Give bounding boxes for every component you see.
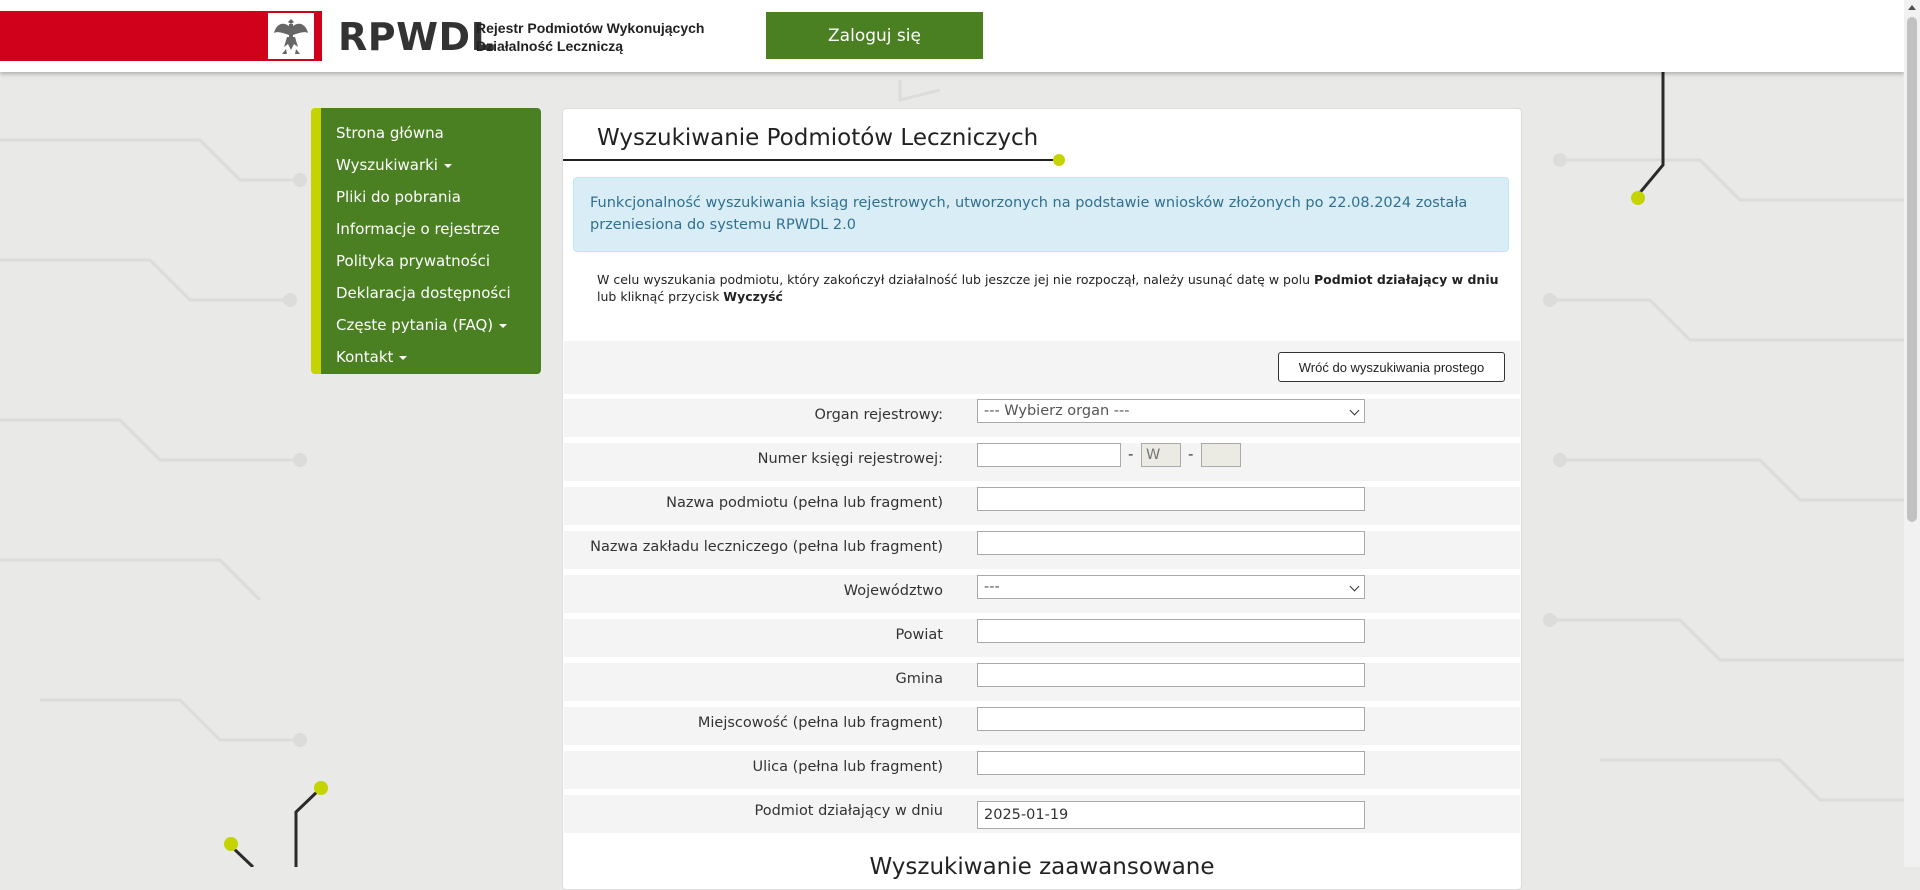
main-panel: Wyszukiwanie Podmiotów Leczniczych Funkc…: [562, 108, 1522, 890]
info-alert: Funkcjonalność wyszukiwania ksiąg rejest…: [573, 177, 1509, 252]
chevron-down-icon: [1349, 405, 1360, 416]
sidebar-item-home[interactable]: Strona główna: [321, 117, 541, 149]
page-title: Wyszukiwanie Podmiotów Leczniczych: [597, 125, 1039, 151]
polish-eagle-emblem-icon: [268, 13, 314, 59]
instructions-part3: kliknąć przycisk: [620, 289, 720, 304]
sidebar-item-downloads[interactable]: Pliki do pobrania: [321, 181, 541, 213]
caret-down-icon: [499, 323, 508, 328]
street-input[interactable]: [977, 751, 1365, 775]
sidebar-item-label: Pliki do pobrania: [336, 188, 461, 206]
sidebar-item-label: Kontakt: [336, 348, 394, 366]
sidebar-item-accessibility[interactable]: Deklaracja dostępności: [321, 277, 541, 309]
site-subtitle-line1: Rejestr Podmiotów Wykonujących: [476, 20, 705, 36]
voivodeship-label: Województwo: [843, 583, 943, 599]
sidebar-item-label: Częste pytania (FAQ): [336, 316, 494, 334]
entity-name-input[interactable]: [977, 487, 1365, 511]
municipality-label: Gmina: [895, 671, 943, 687]
dash-separator: -: [1128, 445, 1134, 463]
instructions-part2: lub: [597, 289, 617, 304]
site-subtitle: Rejestr Podmiotów Wykonujących Działalno…: [476, 19, 704, 55]
search-instructions: W celu wyszukania podmiotu, który zakońc…: [597, 271, 1509, 305]
caret-down-icon: [443, 163, 452, 168]
back-to-simple-search-button[interactable]: Wróć do wyszukiwania prostego: [1278, 352, 1505, 382]
login-button[interactable]: Zaloguj się: [766, 12, 983, 59]
alert-line2: przeniesiona do systemu RPWDL 2.0: [590, 217, 856, 233]
organ-select-value: --- Wybierz organ ---: [984, 403, 1130, 419]
sidebar-item-label: Informacje o rejestrze: [336, 220, 500, 238]
site-header: RPWDL Rejestr Podmiotów Wykonujących Dzi…: [0, 0, 1904, 72]
alert-line1: Funkcjonalność wyszukiwania ksiąg rejest…: [590, 195, 1468, 211]
active-date-label: Podmiot działający w dniu: [754, 803, 943, 819]
county-label: Powiat: [895, 627, 943, 643]
scrollbar-thumb[interactable]: [1907, 17, 1917, 522]
sidebar-item-faq[interactable]: Częste pytania (FAQ): [321, 309, 541, 341]
sidebar-item-label: Deklaracja dostępności: [336, 284, 511, 302]
chevron-down-icon: [1349, 581, 1360, 592]
locality-input[interactable]: [977, 707, 1365, 731]
sidebar-nav: Strona główna Wyszukiwarki Pliki do pobr…: [311, 108, 541, 374]
title-dot-decoration: [1053, 154, 1065, 166]
sidebar-item-search-engines[interactable]: Wyszukiwarki: [321, 149, 541, 181]
caret-down-icon: [399, 355, 408, 360]
page-scrollbar[interactable]: [1904, 0, 1920, 867]
sidebar-item-contact[interactable]: Kontakt: [321, 341, 541, 373]
voivodeship-select-value: ---: [984, 579, 1000, 595]
sidebar-item-registry-info[interactable]: Informacje o rejestrze: [321, 213, 541, 245]
sidebar-item-privacy-policy[interactable]: Polityka prywatności: [321, 245, 541, 277]
sidebar-item-label: Polityka prywatności: [336, 252, 490, 270]
advanced-search-title: Wyszukiwanie zaawansowane: [869, 854, 1215, 880]
dash-separator: -: [1188, 445, 1194, 463]
site-subtitle-line2: Działalność Leczniczą: [476, 38, 624, 54]
registry-number-letter: W: [1141, 443, 1181, 467]
instructions-part1: W celu wyszukania podmiotu, który zakońc…: [597, 272, 1311, 287]
locality-label: Miejscowość (pełna lub fragment): [697, 715, 943, 731]
active-date-input[interactable]: 2025-01-19: [977, 801, 1365, 829]
entity-name-label: Nazwa podmiotu (pełna lub fragment): [666, 495, 943, 511]
sidebar-item-label: Wyszukiwarki: [336, 156, 438, 174]
registry-number-input[interactable]: [977, 443, 1121, 467]
site-logo[interactable]: RPWDL: [338, 12, 495, 62]
title-underline: [563, 159, 1053, 161]
organ-label: Organ rejestrowy:: [814, 407, 943, 423]
facility-name-input[interactable]: [977, 531, 1365, 555]
sidebar-item-label: Strona główna: [336, 124, 444, 142]
street-label: Ulica (pełna lub fragment): [752, 759, 944, 775]
county-input[interactable]: [977, 619, 1365, 643]
voivodeship-select[interactable]: ---: [977, 575, 1365, 599]
registry-number-suffix: [1201, 443, 1241, 467]
registry-number-label: Numer księgi rejestrowej:: [757, 451, 943, 467]
municipality-input[interactable]: [977, 663, 1365, 687]
instructions-field-name: Podmiot działający w dniu: [1314, 272, 1499, 287]
organ-select[interactable]: --- Wybierz organ ---: [977, 399, 1365, 423]
instructions-clear-name: Wyczyść: [723, 289, 783, 304]
facility-name-label: Nazwa zakładu leczniczego (pełna lub fra…: [590, 539, 943, 555]
scroll-up-arrow-icon[interactable]: [1908, 5, 1916, 10]
